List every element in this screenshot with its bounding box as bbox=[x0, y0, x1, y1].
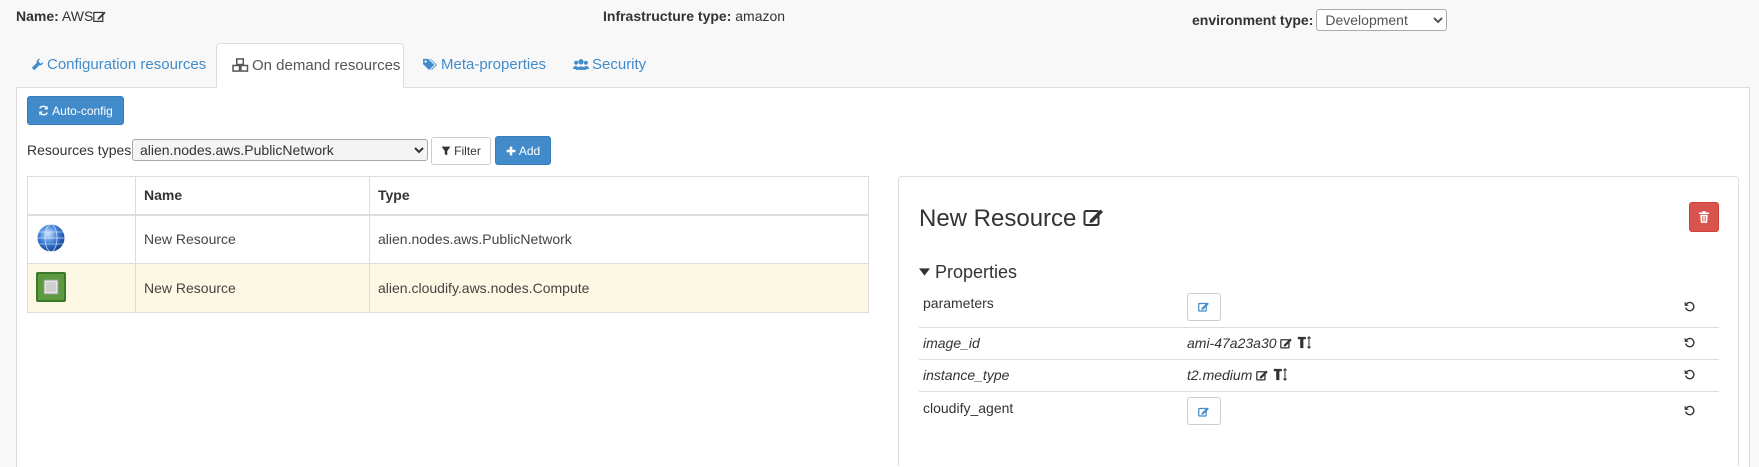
edit-complex-property-button[interactable] bbox=[1187, 292, 1221, 321]
resource-detail-title: New Resource bbox=[919, 205, 1105, 233]
properties-header: Properties bbox=[935, 262, 1018, 282]
name-field: Name: AWS bbox=[16, 8, 106, 26]
edit-icon bbox=[1198, 302, 1209, 312]
resource-title-text: New Resource bbox=[919, 205, 1077, 232]
column-header-icon bbox=[27, 176, 136, 216]
table-header-row: Name Type bbox=[27, 176, 869, 216]
tab-security[interactable]: Security bbox=[558, 43, 661, 88]
name-label: Name: bbox=[16, 8, 59, 24]
column-header-type: Type bbox=[369, 176, 869, 216]
property-name: instance_type bbox=[919, 358, 1183, 391]
tab-configuration-resources[interactable]: Configuration resources bbox=[16, 43, 221, 88]
property-row: image_id ami-47a23a30 bbox=[919, 326, 1719, 359]
resource-detail-panel: New Resource Properties parameters image… bbox=[898, 176, 1739, 466]
users-icon bbox=[573, 59, 589, 70]
add-label: Add bbox=[518, 143, 541, 158]
tab-meta-properties[interactable]: Meta-properties bbox=[407, 43, 561, 88]
resource-name-cell: New Resource bbox=[135, 214, 370, 264]
undo-icon[interactable] bbox=[1684, 301, 1695, 312]
auto-config-button[interactable]: Auto-config bbox=[27, 96, 124, 125]
property-name: image_id bbox=[919, 326, 1183, 359]
resource-type-cell: alien.cloudify.aws.nodes.Compute bbox=[369, 263, 869, 313]
globe-icon bbox=[37, 223, 65, 252]
reset-cell bbox=[1659, 358, 1719, 391]
properties-toggle[interactable]: Properties bbox=[919, 262, 1017, 283]
undo-icon[interactable] bbox=[1684, 337, 1695, 348]
env-type-select[interactable]: Development bbox=[1316, 9, 1448, 31]
resources-table: Name Type New Resource alien.nodes.aws.P… bbox=[27, 176, 869, 313]
resource-icon-cell bbox=[27, 214, 136, 264]
refresh-icon bbox=[39, 105, 49, 116]
add-resource-button[interactable]: Add bbox=[495, 136, 551, 165]
reset-cell bbox=[1659, 326, 1719, 359]
property-row: instance_type t2.medium bbox=[919, 358, 1719, 391]
edit-complex-property-button[interactable] bbox=[1187, 397, 1221, 426]
caret-down-icon bbox=[919, 268, 930, 276]
column-header-name: Name bbox=[135, 176, 370, 216]
properties-table: parameters image_id ami-47a23a30 instanc… bbox=[919, 287, 1719, 431]
property-value-cell bbox=[1183, 390, 1659, 431]
edit-name-icon[interactable] bbox=[93, 10, 106, 26]
text-height-icon[interactable] bbox=[1273, 368, 1289, 381]
tab-label: Configuration resources bbox=[47, 56, 207, 73]
tab-label: Security bbox=[592, 56, 647, 73]
property-value[interactable]: ami-47a23a30 bbox=[1187, 335, 1277, 351]
text-height-icon[interactable] bbox=[1297, 336, 1313, 349]
trash-icon bbox=[1699, 211, 1709, 223]
property-row: cloudify_agent bbox=[919, 390, 1719, 431]
edit-title-icon[interactable] bbox=[1083, 207, 1105, 227]
table-row[interactable]: New Resource alien.cloudify.aws.nodes.Co… bbox=[27, 263, 869, 313]
resource-type-cell: alien.nodes.aws.PublicNetwork bbox=[369, 214, 869, 264]
plus-icon bbox=[506, 146, 516, 155]
property-value[interactable]: t2.medium bbox=[1187, 367, 1252, 383]
tab-label: On demand resources bbox=[252, 57, 401, 74]
property-name: parameters bbox=[923, 295, 994, 311]
reset-cell bbox=[1659, 287, 1719, 327]
name-value: AWS bbox=[61, 8, 94, 24]
environment-type: environment type: Development bbox=[1192, 9, 1448, 31]
edit-icon[interactable] bbox=[1256, 369, 1269, 381]
filter-icon bbox=[441, 146, 451, 156]
undo-icon[interactable] bbox=[1684, 369, 1695, 380]
property-value-cell: t2.medium bbox=[1183, 358, 1659, 391]
reset-cell bbox=[1659, 390, 1719, 431]
wrench-icon bbox=[31, 58, 44, 71]
infra-type-value: amazon bbox=[735, 8, 786, 24]
tags-icon bbox=[423, 58, 437, 71]
undo-icon[interactable] bbox=[1684, 405, 1695, 416]
env-type-label: environment type: bbox=[1192, 12, 1314, 28]
property-value-cell: ami-47a23a30 bbox=[1183, 326, 1659, 359]
property-value-cell bbox=[1183, 287, 1659, 327]
edit-icon bbox=[1198, 407, 1209, 417]
auto-config-label: Auto-config bbox=[52, 103, 113, 118]
property-row: parameters bbox=[919, 287, 1719, 327]
cubes-icon bbox=[232, 58, 249, 72]
delete-resource-button[interactable] bbox=[1689, 202, 1719, 232]
tab-label: Meta-properties bbox=[441, 56, 547, 73]
tab-on-demand-resources[interactable]: On demand resources bbox=[216, 43, 404, 88]
compute-chip-icon bbox=[36, 271, 66, 302]
resource-types-label: Resources types: bbox=[27, 142, 136, 158]
edit-icon[interactable] bbox=[1280, 337, 1293, 349]
infrastructure-type: Infrastructure type: amazon bbox=[603, 8, 785, 24]
filter-label: Filter bbox=[454, 144, 481, 158]
infra-type-label: Infrastructure type: bbox=[603, 8, 732, 24]
resource-types-select[interactable]: alien.nodes.aws.PublicNetwork bbox=[132, 139, 428, 161]
table-row[interactable]: New Resource alien.nodes.aws.PublicNetwo… bbox=[27, 214, 869, 264]
property-name: cloudify_agent bbox=[919, 390, 1183, 431]
resource-name-cell: New Resource bbox=[135, 263, 370, 313]
resource-icon-cell bbox=[27, 263, 136, 313]
filter-button[interactable]: Filter bbox=[431, 137, 491, 165]
